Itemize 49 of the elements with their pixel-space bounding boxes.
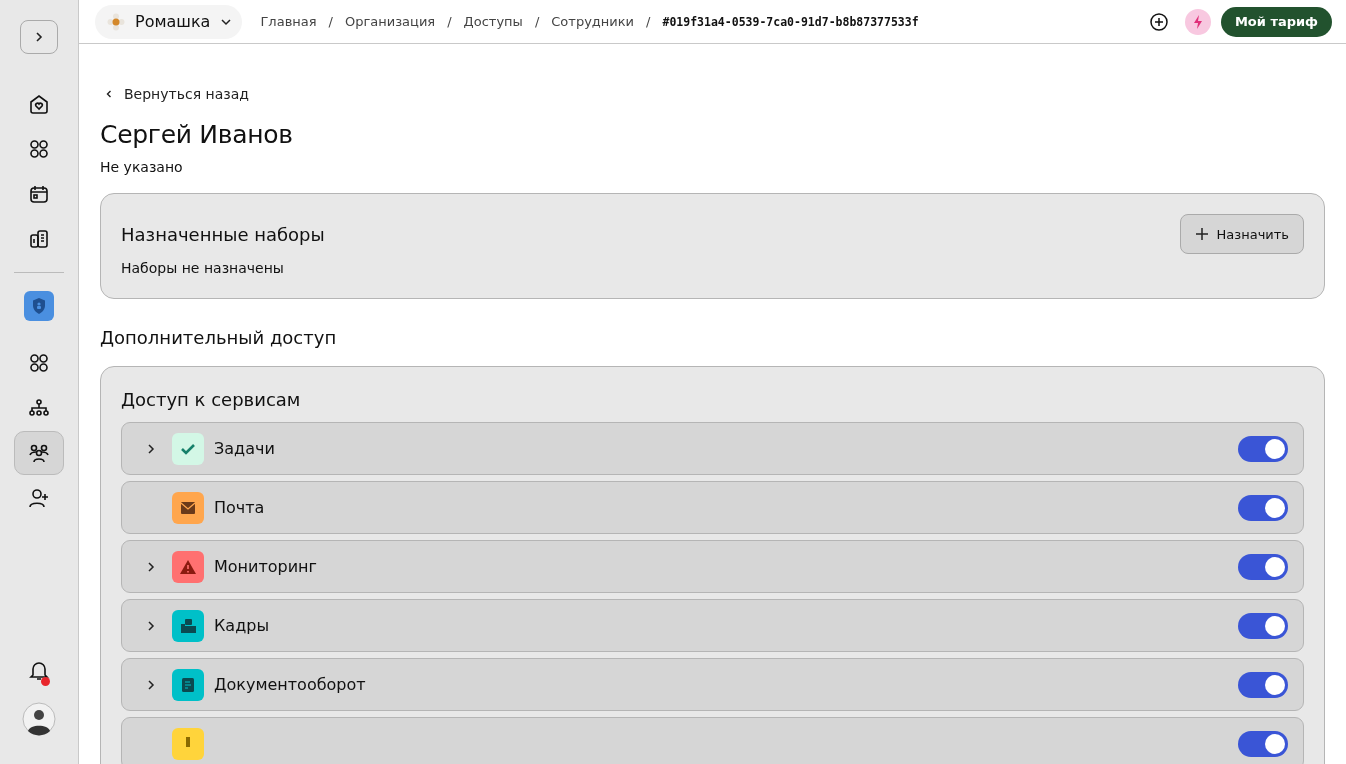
toggle-switch[interactable] [1238, 494, 1288, 521]
service-row[interactable]: Мониторинг [121, 540, 1304, 593]
toggle-switch[interactable] [1238, 435, 1288, 462]
service-row[interactable]: Почта [121, 481, 1304, 534]
breadcrumb-separator: / [646, 14, 651, 29]
subtitle: Не указано [100, 159, 184, 175]
flower-logo-icon [107, 12, 125, 31]
people-icon[interactable] [14, 431, 64, 475]
assign-button[interactable]: Назначить [1179, 214, 1304, 254]
service-name: Задачи [214, 439, 275, 458]
breadcrumb-link[interactable]: Сотрудники [551, 14, 635, 29]
breadcrumb-current: #019f31a4-0539-7ca0-91d7-b8b87377533f [662, 14, 919, 29]
plus-icon [1194, 227, 1209, 241]
avatar-icon[interactable] [22, 702, 56, 736]
breadcrumb-separator: / [328, 14, 333, 29]
breadcrumb-link[interactable]: Доступы [463, 14, 523, 29]
toggle-switch[interactable] [1238, 553, 1288, 580]
organization-selector[interactable]: Ромашка [95, 4, 243, 39]
breadcrumb-separator: / [447, 14, 452, 29]
toggle-switch[interactable] [1238, 730, 1288, 757]
add-icon[interactable] [1148, 11, 1169, 32]
card-title: Назначенные наборы [121, 223, 325, 245]
lightning-icon[interactable] [1184, 8, 1211, 35]
bell-icon [28, 660, 50, 682]
breadcrumb-link[interactable]: Главная [260, 14, 317, 29]
chevron-icon[interactable] [146, 619, 156, 632]
service-name: Кадры [214, 616, 269, 635]
card-title: Доступ к сервисам [121, 389, 302, 410]
chevron-icon[interactable] [146, 560, 156, 573]
page-title: Сергей Иванов [100, 120, 294, 149]
service-row[interactable]: Документооборот [121, 658, 1304, 711]
my-plan-button[interactable]: Мой тариф [1220, 6, 1332, 37]
chevron-icon[interactable] [146, 678, 156, 691]
toggle-switch[interactable] [1238, 671, 1288, 698]
toggle-switch[interactable] [1238, 612, 1288, 639]
chevron-icon[interactable] [146, 442, 156, 455]
breadcrumb-separator: / [534, 14, 540, 29]
chevron-left-icon [104, 89, 114, 99]
empty-message: Наборы не назначены [121, 260, 285, 276]
service-row[interactable]: Кадры [121, 599, 1304, 652]
service-name: Документооборот [214, 675, 366, 694]
section-title: Дополнительный доступ [100, 327, 338, 348]
back-link[interactable]: Вернуться назад [104, 86, 249, 102]
breadcrumb-link[interactable]: Организация [344, 14, 436, 29]
service-row[interactable]: Задачи [121, 422, 1304, 475]
service-name: Мониторинг [214, 557, 317, 576]
shield-app-button[interactable] [24, 291, 54, 321]
shield-icon [31, 297, 47, 315]
service-name: Почта [214, 498, 265, 517]
